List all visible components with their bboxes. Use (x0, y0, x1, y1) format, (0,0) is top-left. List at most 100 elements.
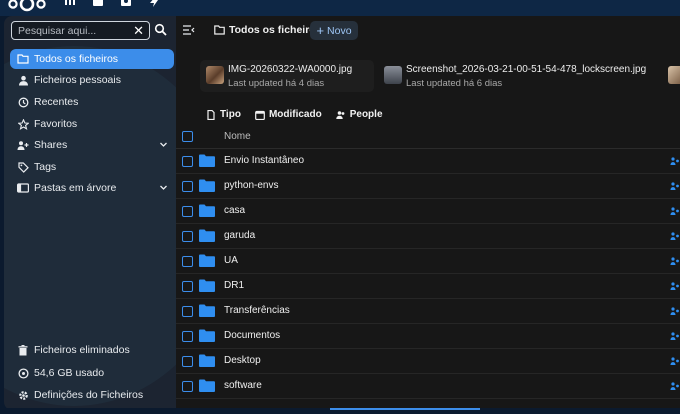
tag-icon (17, 161, 29, 173)
table-row[interactable]: casa (176, 199, 680, 224)
file-name[interactable]: garuda (224, 230, 255, 241)
dashboard-icon[interactable] (64, 0, 76, 7)
filter-modified[interactable]: Modificado (255, 109, 322, 120)
sidebar-item-all-files[interactable]: Todos os ficheiros (10, 49, 174, 69)
photos-icon[interactable] (120, 0, 132, 7)
user-icon (17, 74, 29, 86)
recent-file-meta: Last updated há 4 dias (228, 78, 325, 89)
sidebar-item-label: Ficheiros eliminados (34, 344, 130, 356)
recent-file-card[interactable] (666, 60, 680, 92)
new-button[interactable]: + Novo (310, 21, 358, 40)
share-icon[interactable] (670, 281, 680, 291)
image-thumbnail (384, 66, 402, 84)
storage-quota[interactable]: 54,6 GB usado (10, 363, 174, 383)
file-name[interactable]: Desktop (224, 355, 261, 366)
sidebar-item-recent[interactable]: Recentes (10, 92, 174, 112)
share-icon[interactable] (670, 181, 680, 191)
row-checkbox[interactable] (182, 306, 193, 317)
nextcloud-logo-icon[interactable] (7, 0, 47, 12)
settings-icon (17, 389, 29, 401)
top-header (0, 0, 680, 16)
breadcrumb[interactable]: Todos os ficheiros (214, 24, 322, 36)
row-checkbox[interactable] (182, 331, 193, 342)
filter-label: People (349, 109, 383, 120)
select-all-checkbox[interactable] (182, 131, 193, 142)
sidebar-item-favorites[interactable]: Favoritos (10, 114, 174, 134)
files-icon[interactable] (92, 0, 104, 7)
recent-file-card[interactable]: IMG-20260322-WA0000.jpg Last updated há … (200, 60, 374, 92)
sidebar-item-label: Shares (34, 139, 68, 151)
row-checkbox[interactable] (182, 256, 193, 267)
activity-icon[interactable] (148, 0, 160, 7)
file-name[interactable]: Transferências (224, 305, 290, 316)
folder-icon (199, 304, 215, 317)
file-list-header: Nome (176, 126, 680, 149)
share-icon[interactable] (670, 381, 680, 391)
share-icon[interactable] (670, 356, 680, 366)
file-name[interactable]: Documentos (224, 330, 280, 341)
row-checkbox[interactable] (182, 281, 193, 292)
search-placeholder[interactable]: Pesquisar aqui... (18, 25, 96, 37)
folder-icon (199, 229, 215, 242)
file-icon (207, 109, 215, 120)
chevron-down-icon[interactable] (159, 140, 168, 149)
sidebar-item-label: Recentes (34, 96, 79, 108)
filter-type[interactable]: Tipo (206, 109, 241, 120)
sidebar-item-tags[interactable]: Tags (10, 157, 174, 177)
file-name[interactable]: Envio Instantâneo (224, 155, 304, 166)
share-icon[interactable] (670, 206, 680, 216)
sidebar: Pesquisar aqui... ✕ Todos os ficheiros F… (4, 16, 176, 410)
share-icon[interactable] (670, 331, 680, 341)
table-row[interactable]: Transferências (176, 299, 680, 324)
sidebar-item-folder-tree[interactable]: Pastas em árvore (10, 178, 174, 198)
quota-label: 54,6 GB usado (34, 367, 105, 379)
row-checkbox[interactable] (182, 231, 193, 242)
file-name[interactable]: UA (224, 255, 238, 266)
folder-icon (199, 204, 215, 217)
search-icon[interactable] (154, 23, 168, 37)
sidebar-item-personal-files[interactable]: Ficheiros pessoais (10, 70, 174, 90)
share-icon[interactable] (670, 306, 680, 316)
breadcrumb-label[interactable]: Todos os ficheiros (229, 24, 322, 36)
recent-file-card[interactable]: Screenshot_2026-03-21-00-51-54-478_locks… (378, 60, 658, 92)
folder-icon (199, 279, 215, 292)
file-name[interactable]: casa (224, 205, 245, 216)
filter-bar: Tipo Modificado People (206, 109, 397, 120)
row-checkbox[interactable] (182, 381, 193, 392)
share-icon[interactable] (670, 231, 680, 241)
folder-icon (199, 329, 215, 342)
image-thumbnail (668, 66, 680, 84)
table-row[interactable]: Desktop (176, 349, 680, 374)
table-row[interactable]: software (176, 374, 680, 399)
table-row[interactable]: DR1 (176, 274, 680, 299)
recent-file-meta: Last updated há 6 dias (406, 78, 503, 89)
search-input[interactable]: Pesquisar aqui... ✕ (11, 21, 150, 40)
chevron-down-icon[interactable] (159, 183, 168, 192)
share-icon[interactable] (670, 156, 680, 166)
history-icon (17, 96, 29, 108)
share-icon[interactable] (670, 256, 680, 266)
file-name[interactable]: DR1 (224, 280, 244, 291)
filter-people[interactable]: People (336, 109, 383, 120)
folder-icon (214, 25, 225, 35)
row-checkbox[interactable] (182, 181, 193, 192)
clear-icon[interactable]: ✕ (133, 23, 144, 39)
table-row[interactable]: Documentos (176, 324, 680, 349)
file-name[interactable]: python-envs (224, 180, 278, 191)
file-name[interactable]: software (224, 380, 262, 391)
image-thumbnail (206, 66, 224, 84)
table-row[interactable]: UA (176, 249, 680, 274)
folder-tree-icon (17, 182, 29, 194)
row-checkbox[interactable] (182, 156, 193, 167)
row-checkbox[interactable] (182, 206, 193, 217)
menu-toggle-icon[interactable] (183, 25, 195, 35)
column-name-header[interactable]: Nome (224, 131, 251, 142)
table-row[interactable]: garuda (176, 224, 680, 249)
sidebar-item-trash[interactable]: Ficheiros eliminados (10, 340, 174, 360)
row-checkbox[interactable] (182, 356, 193, 367)
sidebar-item-settings[interactable]: Definições do Ficheiros (10, 385, 174, 405)
filter-label: Tipo (220, 109, 241, 120)
table-row[interactable]: Envio Instantâneo (176, 149, 680, 174)
sidebar-item-shares[interactable]: Shares (10, 135, 174, 155)
table-row[interactable]: python-envs (176, 174, 680, 199)
